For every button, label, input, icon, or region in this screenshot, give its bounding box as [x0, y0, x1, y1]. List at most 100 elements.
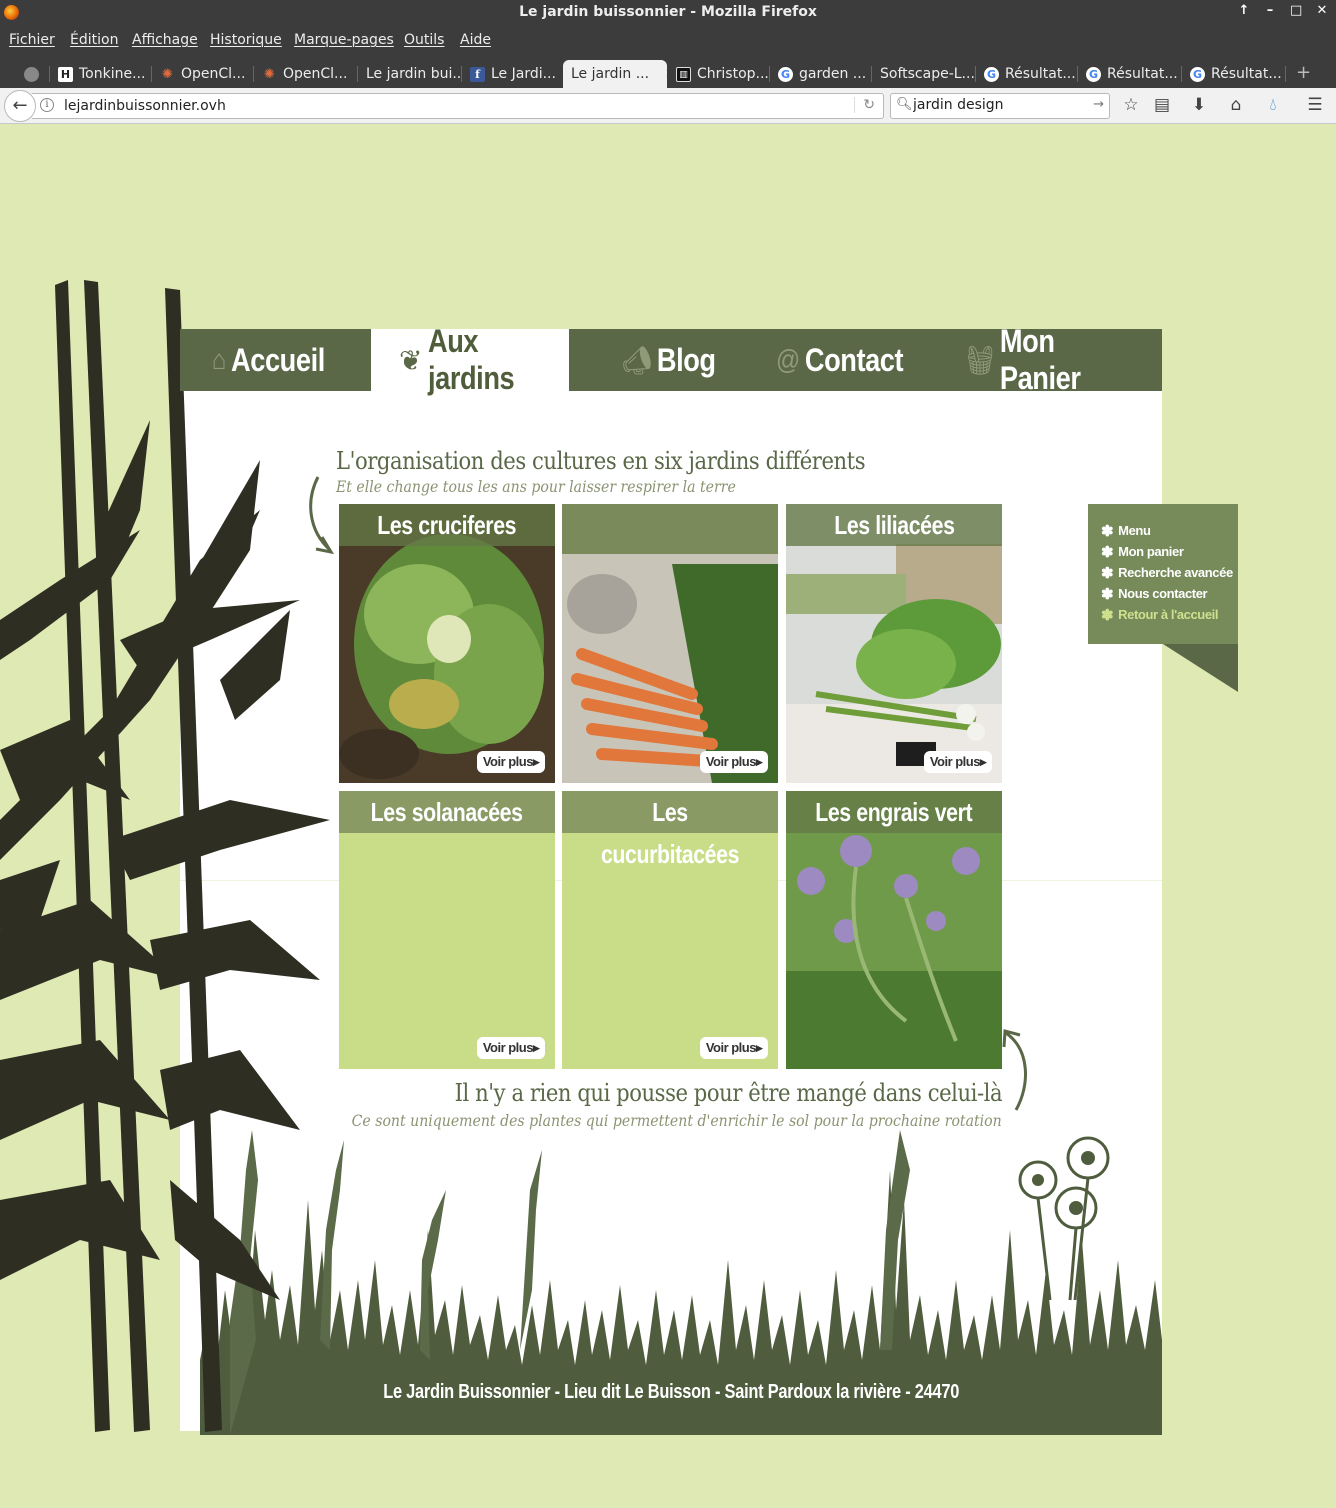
side-menu: ✽ Menu ✽ Mon panier ✽ Recherche avancée ✽ No… [1088, 504, 1238, 644]
url-bar[interactable]: i lejardinbuissonnier.ovh ↻ [32, 93, 884, 119]
book-icon: ▥ [676, 66, 691, 82]
intro-title: L'organisation des cultures en six jardi… [336, 447, 866, 475]
url-text[interactable]: lejardinbuissonnier.ovh [64, 98, 226, 114]
curved-arrow-icon [1002, 1029, 1027, 1111]
window-controls: ↑ – □ ✕ [1238, 3, 1328, 18]
bamboo-silhouette-decoration [0, 280, 330, 1432]
tab-openclassrooms-2[interactable]: ✺ OpenCl... [254, 60, 358, 88]
card-title: Les engrais vert [786, 791, 1002, 833]
google-icon: G [1190, 66, 1205, 82]
nav-contact[interactable]: @ Contact [776, 329, 904, 391]
card-cruciferes[interactable]: Les cruciferes Voir plus▸ [339, 504, 555, 783]
site-info-icon[interactable]: i [40, 98, 54, 112]
tab-openclassrooms-1[interactable]: ✺ OpenCl... [152, 60, 254, 88]
side-menu-item-contacter[interactable]: ✽ Nous contacter [1101, 583, 1238, 604]
curved-arrow-icon [309, 476, 335, 555]
reading-list-icon[interactable]: ▤ [1151, 95, 1173, 115]
window-title: Le jardin buissonnier - Mozilla Firefox [519, 4, 817, 20]
tab-resultat-2[interactable]: G Résultat... [1078, 60, 1182, 88]
flower-icon: ✽ [1101, 564, 1114, 582]
tab-jardin-bui[interactable]: Le jardin bui... [358, 60, 462, 88]
main-navigation: ⌂ Accueil ❦ Aux jardins 📣︎ Blog @ Contact 🧺︎… [180, 323, 1162, 396]
tab-resultat-3[interactable]: G Résultat... [1182, 60, 1286, 88]
menu-outils[interactable]: Outils [404, 32, 444, 48]
intro-subtitle: Et elle change tous les ans pour laisser… [336, 477, 736, 496]
tab-active-jardin[interactable]: Le jardin ...✕ [563, 60, 667, 88]
window-maximize-button[interactable]: □ [1290, 3, 1302, 18]
reload-icon[interactable]: ↻ [854, 97, 875, 113]
voir-plus-button[interactable]: Voir plus▸ [923, 751, 992, 773]
nav-aux-jardins[interactable]: ❦ Aux jardins [371, 323, 569, 396]
side-menu-fold [1163, 644, 1238, 692]
search-input[interactable] [913, 97, 1083, 113]
voir-plus-button[interactable]: Voir plus▸ [699, 751, 768, 773]
sprout-icon: ❦ [399, 344, 422, 376]
menu-aide[interactable]: Aide [460, 32, 491, 48]
window-minimize-button[interactable]: – [1264, 3, 1276, 18]
card-liliacees[interactable]: Les liliacées Voir plus▸ [786, 504, 1002, 783]
side-menu-item-panier[interactable]: ✽ Mon panier [1101, 541, 1238, 562]
nav-blog[interactable]: 📣︎ Blog [622, 329, 716, 391]
basket-icon: 🧺︎ [965, 344, 995, 376]
card-title: Les solanacées [339, 791, 555, 833]
nav-mon-panier[interactable]: 🧺︎ Mon Panier [965, 323, 1132, 396]
new-tab-icon[interactable]: + [1296, 62, 1311, 83]
hamburger-menu-icon[interactable]: ☰ [1304, 95, 1326, 115]
tab-garden[interactable]: Ggarden ... [770, 60, 872, 88]
menu-historique[interactable]: Historique [210, 32, 282, 48]
h-icon: H [58, 66, 73, 82]
openclassrooms-icon: ✺ [162, 66, 173, 82]
google-icon: G [984, 66, 999, 82]
navigation-toolbar: i lejardinbuissonnier.ovh ↻ ← 🔍︎ → ☆ ▤ ⬇… [0, 88, 1336, 124]
search-icon: 🔍︎ [896, 97, 913, 112]
card-cucurbitacees[interactable]: Les cucurbitacées Voir plus▸ [562, 791, 778, 1069]
menu-fichier[interactable]: Fichier [9, 32, 55, 48]
tab-tonkine[interactable]: H Tonkine... [50, 60, 152, 88]
home-icon[interactable]: ⌂ [1225, 95, 1247, 115]
flower-icon: ✽ [1101, 522, 1114, 540]
search-go-icon[interactable]: → [1093, 97, 1104, 112]
nav-accueil[interactable]: ⌂ Accueil [212, 329, 325, 391]
downloads-icon[interactable]: ⬇ [1188, 95, 1210, 115]
megaphone-icon: 📣︎ [622, 344, 652, 376]
at-icon: @ [776, 344, 800, 375]
outro-subtitle: Ce sont uniquement des plantes qui perme… [351, 1111, 1002, 1130]
barn-icon: ⌂ [212, 344, 226, 375]
window-close-button[interactable]: ✕ [1316, 3, 1328, 18]
voir-plus-button[interactable]: Voir plus▸ [699, 1037, 768, 1059]
card-engrais-vert[interactable]: Les engrais vert [786, 791, 1002, 1069]
carrots-photo [562, 504, 778, 783]
back-button[interactable]: ← [4, 90, 36, 122]
tab-christop[interactable]: ▥ Christop... [668, 60, 770, 88]
flower-icon: ✽ [1101, 543, 1114, 561]
web-page: ⌂ Accueil ❦ Aux jardins 📣︎ Blog @ Contact 🧺︎… [0, 125, 1336, 1508]
openclassrooms-icon: ✺ [264, 66, 275, 82]
side-menu-item-accueil[interactable]: ✽ Retour à l'accueil [1101, 604, 1238, 625]
extension-drop-icon[interactable]: 💧︎ [1262, 95, 1284, 115]
window-titlebar: Le jardin buissonnier - Mozilla Firefox … [0, 0, 1336, 26]
globe-icon [24, 66, 39, 82]
google-icon: G [778, 66, 793, 82]
bookmark-star-icon[interactable]: ☆ [1120, 95, 1142, 115]
menu-affichage[interactable]: Affichage [132, 32, 198, 48]
window-up-icon[interactable]: ↑ [1238, 3, 1250, 18]
menu-marque-pages[interactable]: Marque-pages [294, 32, 394, 48]
tab-facebook[interactable]: f Le Jardi... [462, 60, 562, 88]
footer-address: Le Jardin Buissonnier - Lieu dit Le Buis… [383, 1381, 959, 1403]
menu-edition[interactable]: Édition [70, 32, 118, 48]
flower-icon: ✽ [1101, 585, 1114, 603]
menubar: Fichier Édition Affichage Historique Mar… [0, 26, 1336, 56]
side-menu-item-menu[interactable]: ✽ Menu [1101, 520, 1238, 541]
side-menu-item-recherche[interactable]: ✽ Recherche avancée [1101, 562, 1238, 583]
search-bar[interactable]: 🔍︎ → [890, 93, 1110, 119]
close-tab-icon[interactable]: ✕ [665, 67, 667, 82]
voir-plus-button[interactable]: Voir plus▸ [476, 751, 545, 773]
tab-strip: H Tonkine... ✺ OpenCl... ✺ OpenCl... Le jar… [0, 56, 1336, 88]
card-solanacees[interactable]: Les solanacées Voir plus▸ [339, 791, 555, 1069]
tab-resultat-1[interactable]: G Résultat... [976, 60, 1078, 88]
voir-plus-button[interactable]: Voir plus▸ [476, 1037, 545, 1059]
tab-pinned[interactable] [16, 60, 50, 88]
tab-softscape[interactable]: Softscape-L... [872, 60, 976, 88]
card-carottes[interactable]: Voir plus▸ [562, 504, 778, 783]
outro-title: Il n'y a rien qui pousse pour être mangé… [454, 1079, 1003, 1107]
